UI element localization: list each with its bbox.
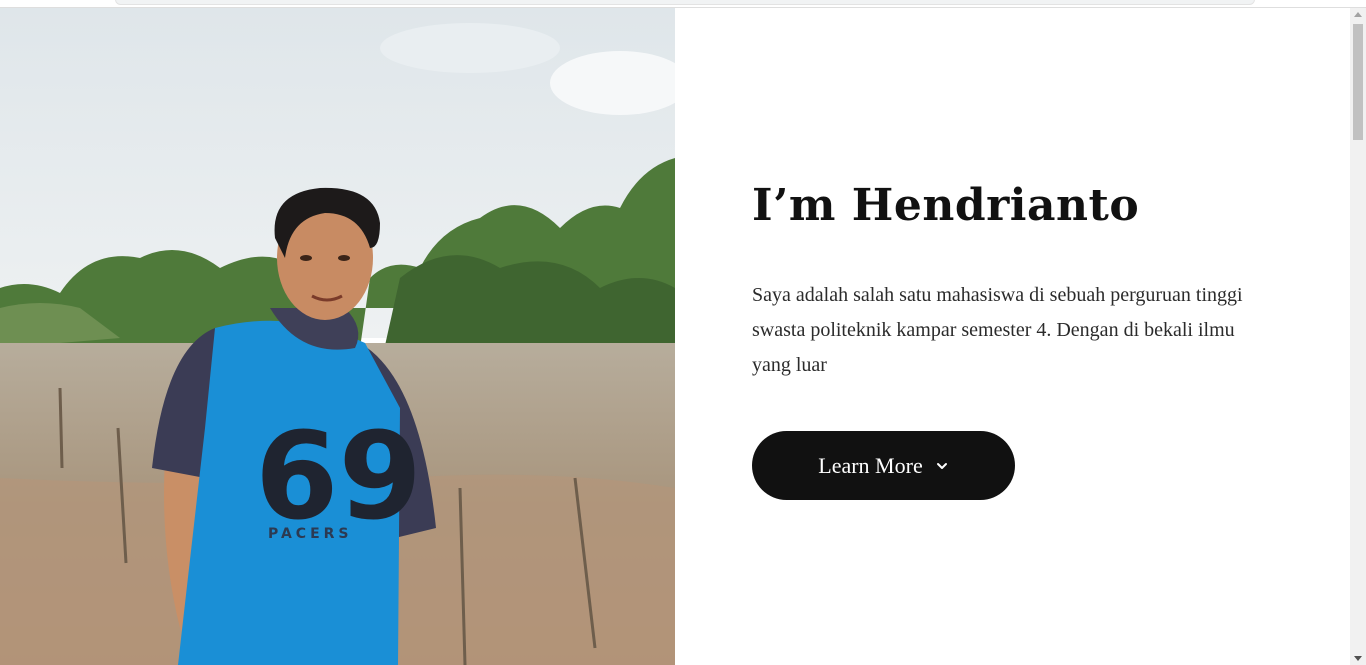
scrollbar-thumb[interactable] <box>1353 24 1363 140</box>
page-title: I’m Hendrianto <box>752 180 1140 231</box>
profile-photo: 69 PACERS <box>0 8 675 665</box>
learn-more-label: Learn More <box>818 452 923 478</box>
intro-panel: I’m Hendrianto Saya adalah salah satu ma… <box>675 8 1350 665</box>
intro-description: Saya adalah salah satu mahasiswa di sebu… <box>752 284 1243 376</box>
vertical-scrollbar[interactable] <box>1350 8 1366 665</box>
learn-more-button[interactable]: Learn More <box>752 431 1015 500</box>
browser-top-strip <box>0 0 1366 8</box>
chevron-down-icon <box>936 462 947 469</box>
address-bar-edge[interactable] <box>115 0 1255 5</box>
scroll-up-arrow-icon[interactable] <box>1354 12 1362 17</box>
svg-text:PACERS: PACERS <box>268 526 353 542</box>
scroll-down-arrow-icon[interactable] <box>1354 656 1362 661</box>
hero-section: 69 PACERS I’m Hendrianto Saya adalah sal… <box>0 8 1350 665</box>
